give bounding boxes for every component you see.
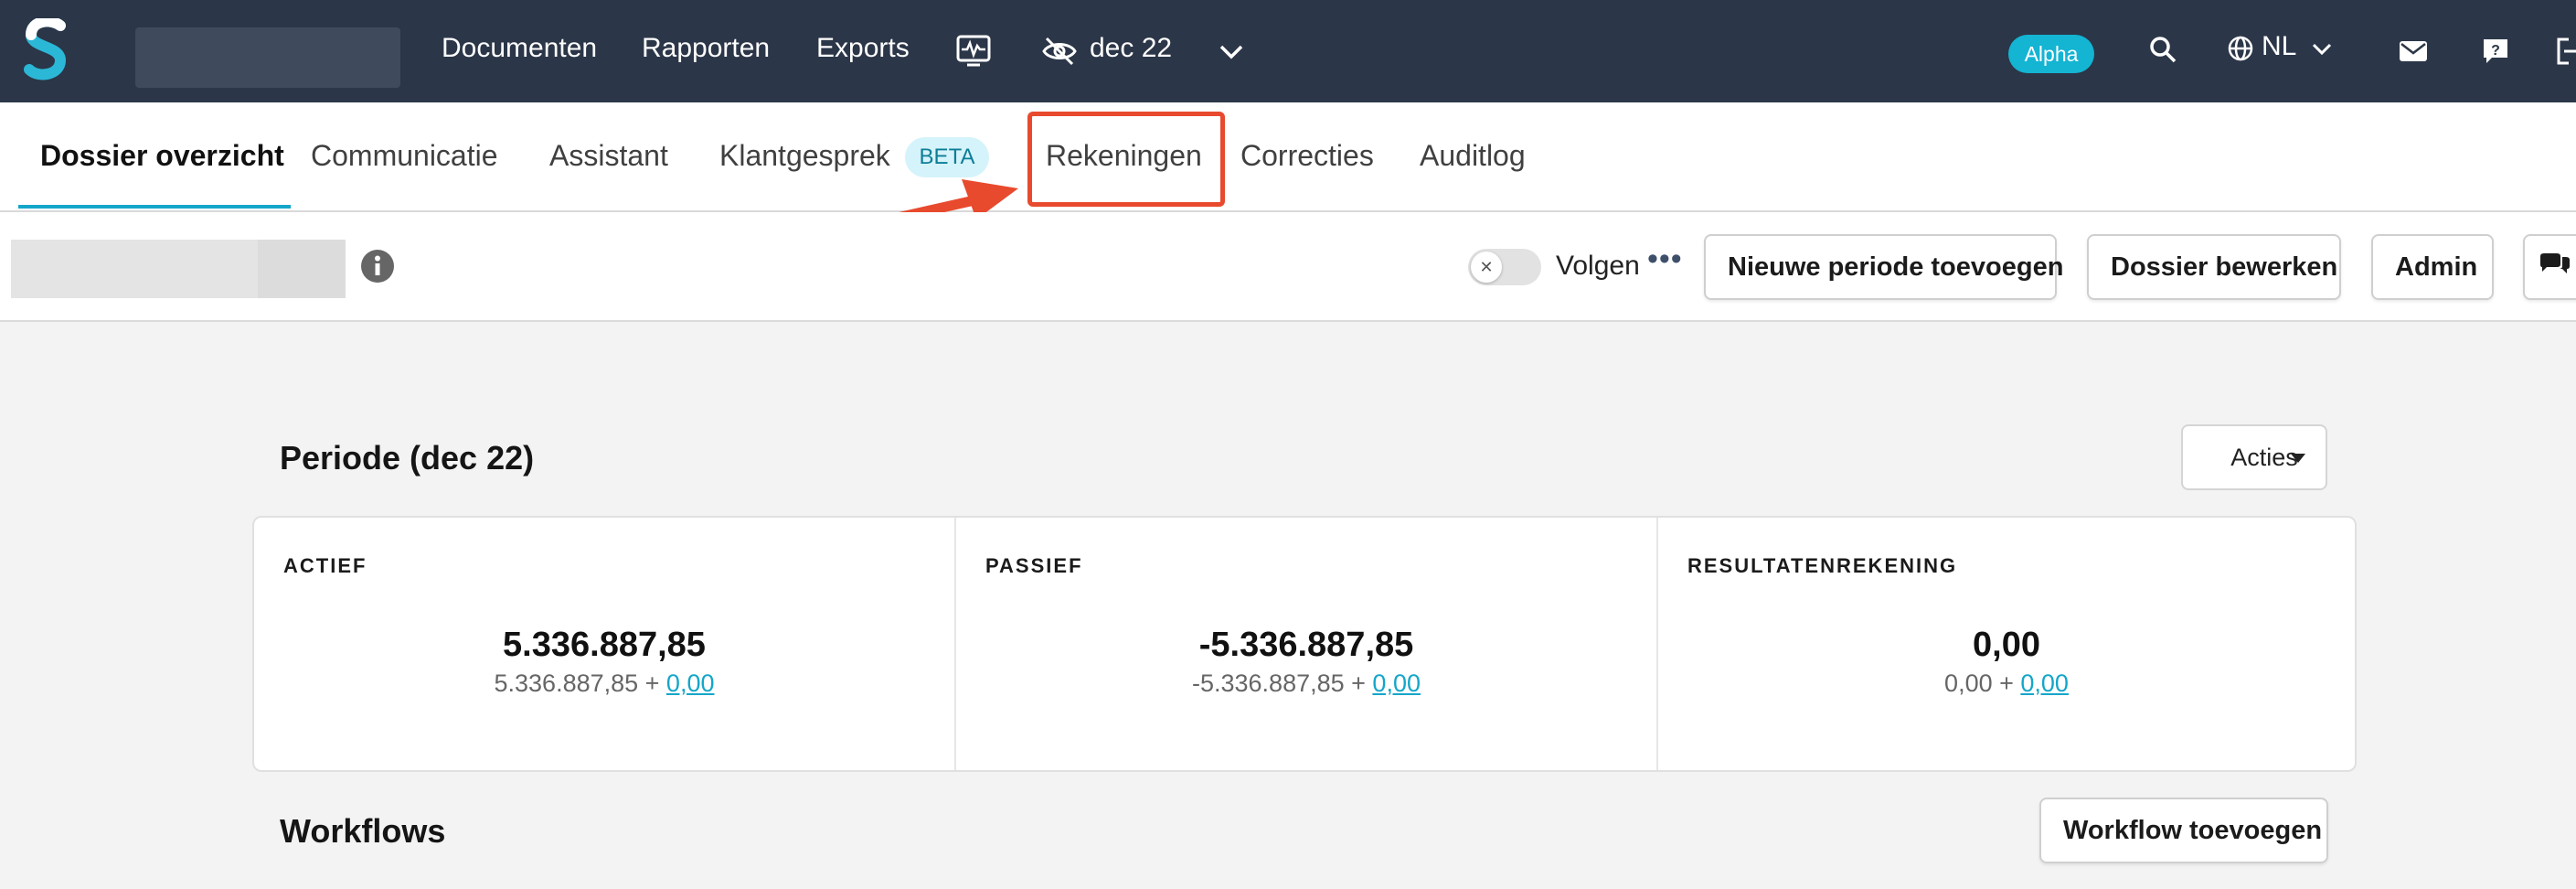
workflows-title: Workflows xyxy=(280,812,446,850)
client-name xyxy=(11,240,346,298)
caret-down-icon xyxy=(2291,454,2305,463)
more-options-icon[interactable]: ••• xyxy=(1647,241,1683,277)
language-selector[interactable]: NL xyxy=(2262,31,2296,62)
svg-text:?: ? xyxy=(2491,43,2500,59)
column-heading: ACTIEF xyxy=(283,554,367,577)
globe-icon[interactable] xyxy=(2227,35,2254,62)
logout-icon[interactable] xyxy=(2556,37,2576,66)
correction-link[interactable]: 0,00 xyxy=(666,669,715,697)
column-total: 5.336.887,85 xyxy=(503,626,706,664)
column-breakdown: 5.336.887,85 + 0,00 xyxy=(254,669,954,698)
base-amount: 0,00 + xyxy=(1944,669,2021,697)
comments-icon xyxy=(2540,253,2570,273)
mail-icon[interactable] xyxy=(2399,40,2428,62)
alpha-badge: Alpha xyxy=(2008,35,2094,73)
tab-correcties[interactable]: Correcties xyxy=(1240,139,1374,173)
add-workflow-button[interactable]: Workflow toevoegen xyxy=(2039,798,2328,863)
summary-column-resultatenrekening: RESULTATENREKENING 0,00 0,00 + 0,00 xyxy=(1656,518,2355,770)
actions-dropdown[interactable]: Acties xyxy=(2181,424,2327,490)
search-icon[interactable] xyxy=(2148,35,2177,64)
activity-icon[interactable] xyxy=(956,35,991,68)
summary-column-passief: PASSIEF -5.336.887,85 -5.336.887,85 + 0,… xyxy=(954,518,1656,770)
logo-s-icon[interactable] xyxy=(24,18,71,84)
period-title: Periode (dec 22) xyxy=(280,439,535,477)
column-heading: PASSIEF xyxy=(985,554,1083,577)
nav-documenten[interactable]: Documenten xyxy=(442,33,597,64)
column-total: -5.336.887,85 xyxy=(1198,626,1414,664)
info-icon[interactable] xyxy=(360,249,395,284)
dossier-action-bar: ✕ Volgen ••• Nieuwe periode toevoegen Do… xyxy=(0,212,2576,322)
follow-toggle[interactable]: ✕ xyxy=(1468,249,1541,285)
admin-button[interactable]: Admin xyxy=(2371,234,2494,300)
base-amount: 5.336.887,85 + xyxy=(494,669,666,697)
comments-button[interactable] xyxy=(2523,234,2576,300)
close-icon: ✕ xyxy=(1471,252,1502,283)
eye-off-icon[interactable] xyxy=(1042,37,1077,66)
column-breakdown: -5.336.887,85 + 0,00 xyxy=(956,669,1656,698)
top-navigation-bar: Documenten Rapporten Exports dec 22 Alph… xyxy=(0,0,2576,102)
active-tab-indicator xyxy=(18,205,291,209)
period-summary-card: ACTIEF 5.336.887,85 5.336.887,85 + 0,00 … xyxy=(252,516,2357,772)
column-heading: RESULTATENREKENING xyxy=(1687,554,1958,577)
chevron-down-icon[interactable] xyxy=(1219,44,1244,60)
tab-dossier-overzicht[interactable]: Dossier overzicht xyxy=(40,139,284,173)
column-breakdown: 0,00 + 0,00 xyxy=(1658,669,2355,698)
column-total: 0,00 xyxy=(1973,626,2040,664)
chevron-down-icon[interactable] xyxy=(2311,42,2333,57)
period-selector-label[interactable]: dec 22 xyxy=(1090,33,1172,64)
follow-label: Volgen xyxy=(1556,251,1640,281)
nav-exports[interactable]: Exports xyxy=(816,33,910,64)
edit-dossier-button[interactable]: Dossier bewerken xyxy=(2087,234,2341,300)
tab-communicatie[interactable]: Communicatie xyxy=(311,139,498,173)
new-period-button[interactable]: Nieuwe periode toevoegen xyxy=(1704,234,2063,300)
dossier-tab-bar: Dossier overzicht Communicatie Assistant… xyxy=(0,102,2576,212)
tab-klantgesprek[interactable]: Klantgesprek xyxy=(719,139,890,173)
correction-link[interactable]: 0,00 xyxy=(1372,669,1421,697)
tab-assistant[interactable]: Assistant xyxy=(549,139,668,173)
highlight-box xyxy=(1027,112,1225,207)
nav-rapporten[interactable]: Rapporten xyxy=(642,33,770,64)
client-selector[interactable] xyxy=(135,27,400,88)
summary-column-actief: ACTIEF 5.336.887,85 5.336.887,85 + 0,00 xyxy=(254,518,954,770)
help-icon[interactable]: ? xyxy=(2481,37,2510,66)
tab-auditlog[interactable]: Auditlog xyxy=(1420,139,1526,173)
actions-label: Acties xyxy=(2230,444,2298,471)
base-amount: -5.336.887,85 + xyxy=(1192,669,1373,697)
beta-badge: BETA xyxy=(905,137,989,177)
correction-link[interactable]: 0,00 xyxy=(2020,669,2069,697)
